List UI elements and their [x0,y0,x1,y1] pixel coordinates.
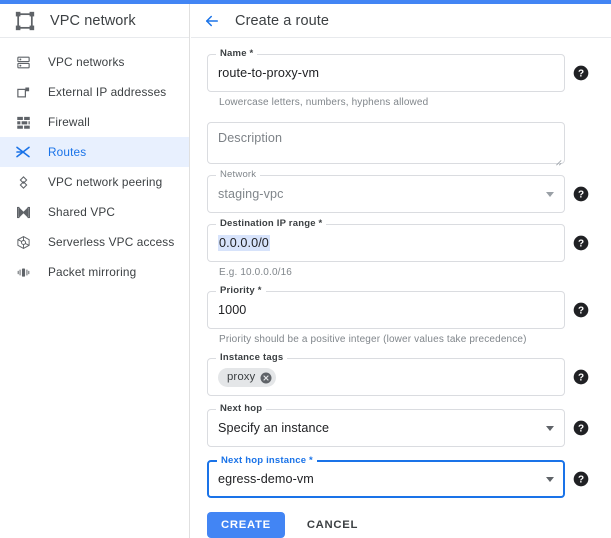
name-hint: Lowercase letters, numbers, hyphens allo… [219,97,589,108]
sidebar-item-vpc-network-peering[interactable]: VPC network peering [0,167,189,197]
help-icon[interactable]: ? [573,302,589,318]
field-network: Network staging-vpc ? [207,175,589,213]
chip-label: proxy [227,371,255,383]
serverless-vpc-icon [14,233,32,251]
sidebar-nav: VPC networks External IP addresses [0,38,189,287]
sidebar-product-title: VPC network [50,13,136,29]
help-icon[interactable]: ? [573,186,589,202]
create-button[interactable]: CREATE [207,512,285,538]
external-ip-icon [14,83,32,101]
field-next-hop-instance: Next hop instance * egress-demo-vm ? [207,460,589,498]
main-panel: Create a route Name * route-to-proxy-vm … [191,4,611,538]
name-input[interactable]: Name * route-to-proxy-vm [207,54,565,92]
network-value: staging-vpc [218,187,540,201]
description-input[interactable]: Description [207,122,565,164]
instance-tags-input[interactable]: Instance tags proxy [207,358,565,396]
name-label: Name * [216,48,257,60]
sidebar-item-shared-vpc[interactable]: Shared VPC [0,197,189,227]
next-hop-instance-select[interactable]: Next hop instance * egress-demo-vm [207,460,565,498]
destination-ip-range-label: Destination IP range * [216,218,326,230]
shared-vpc-icon [14,203,32,221]
field-destination-ip-range: Destination IP range * 0.0.0.0/0 ? E.g. … [207,224,589,278]
field-next-hop: Next hop Specify an instance ? [207,409,589,447]
sidebar-header: VPC network [0,4,189,38]
vpc-networks-icon [14,53,32,71]
page-header: Create a route [191,4,611,38]
svg-text:?: ? [578,189,584,200]
sidebar-item-label: External IP addresses [48,85,166,99]
instance-tags-label: Instance tags [216,352,287,364]
instance-tag-chip[interactable]: proxy [218,368,276,387]
help-icon[interactable]: ? [573,369,589,385]
sidebar-item-label: VPC network peering [48,175,162,189]
sidebar-item-serverless-vpc-access[interactable]: Serverless VPC access [0,227,189,257]
network-select[interactable]: Network staging-vpc [207,175,565,213]
cancel-button[interactable]: CANCEL [295,512,370,538]
vpc-network-icon [14,10,36,32]
back-arrow-icon[interactable] [201,10,223,32]
network-label: Network [216,169,260,181]
sidebar-item-label: Serverless VPC access [48,235,174,249]
destination-ip-range-hint: E.g. 10.0.0.0/16 [219,267,589,278]
sidebar-item-label: Routes [48,145,86,159]
sidebar-item-routes[interactable]: Routes [0,137,189,167]
firewall-icon [14,113,32,131]
next-hop-instance-label: Next hop instance * [217,455,317,467]
svg-text:?: ? [578,68,584,79]
svg-text:?: ? [578,238,584,249]
help-icon[interactable]: ? [573,235,589,251]
priority-input[interactable]: Priority * 1000 [207,291,565,329]
next-hop-instance-value: egress-demo-vm [218,472,540,486]
destination-ip-range-input[interactable]: Destination IP range * 0.0.0.0/0 [207,224,565,262]
sidebar-item-label: VPC networks [48,55,125,69]
sidebar-item-label: Shared VPC [48,205,115,219]
field-priority: Priority * 1000 ? Priority should be a p… [207,291,589,345]
form-actions: CREATE CANCEL [207,512,611,538]
sidebar-item-vpc-networks[interactable]: VPC networks [0,47,189,77]
next-hop-label: Next hop [216,403,266,415]
chevron-down-icon [546,477,554,482]
svg-text:?: ? [578,423,584,434]
svg-text:?: ? [578,474,584,485]
priority-hint: Priority should be a positive integer (l… [219,334,589,345]
priority-value: 1000 [218,303,554,317]
next-hop-select[interactable]: Next hop Specify an instance [207,409,565,447]
create-route-form: Name * route-to-proxy-vm ? Lowercase let… [191,38,611,498]
priority-label: Priority * [216,285,266,297]
chevron-down-icon [546,426,554,431]
sidebar-item-firewall[interactable]: Firewall [0,107,189,137]
sidebar-item-label: Firewall [48,115,90,129]
next-hop-value: Specify an instance [218,421,540,435]
sidebar-item-external-ip-addresses[interactable]: External IP addresses [0,77,189,107]
field-instance-tags: Instance tags proxy [207,358,589,396]
routes-icon [14,143,32,161]
vpc-peering-icon [14,173,32,191]
sidebar-item-label: Packet mirroring [48,265,136,279]
resize-handle-icon [554,153,562,161]
chevron-down-icon [546,192,554,197]
packet-mirroring-icon [14,263,32,281]
field-name: Name * route-to-proxy-vm ? Lowercase let… [207,54,589,108]
gcp-console-page: VPC network VPC networks [0,0,611,538]
help-icon[interactable]: ? [573,65,589,81]
field-description: Description [207,122,589,164]
name-value: route-to-proxy-vm [218,66,554,80]
help-icon[interactable]: ? [573,471,589,487]
svg-text:?: ? [578,305,584,316]
sidebar: VPC network VPC networks [0,4,190,538]
destination-ip-range-value: 0.0.0.0/0 [218,235,270,251]
description-placeholder: Description [218,131,282,145]
svg-text:?: ? [578,372,584,383]
chip-remove-icon[interactable] [260,371,272,383]
page-title: Create a route [235,13,329,29]
sidebar-item-packet-mirroring[interactable]: Packet mirroring [0,257,189,287]
help-icon[interactable]: ? [573,420,589,436]
